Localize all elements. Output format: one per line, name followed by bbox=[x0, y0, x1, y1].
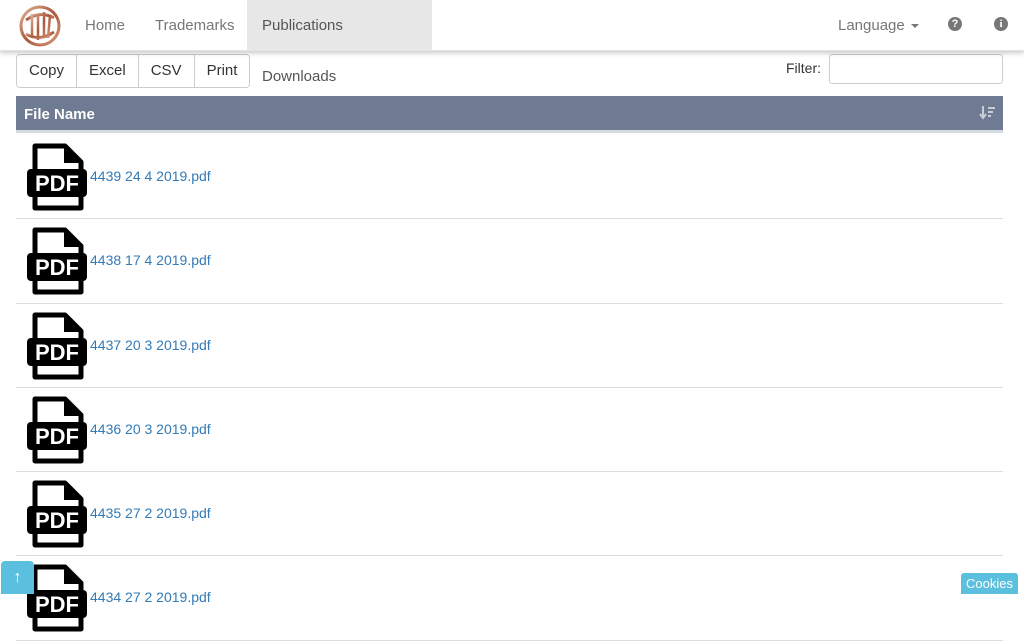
print-button[interactable]: Print bbox=[194, 55, 250, 87]
pdf-file-icon: PDF bbox=[26, 312, 88, 380]
column-header-label: File Name bbox=[24, 106, 95, 123]
sort-amount-desc-icon[interactable] bbox=[979, 105, 995, 121]
info-circle-icon[interactable]: i bbox=[994, 17, 1008, 31]
pdf-file-icon: PDF bbox=[26, 227, 88, 295]
copy-button[interactable]: Copy bbox=[17, 55, 78, 87]
pdf-file-icon: PDF bbox=[26, 143, 88, 211]
svg-text:PDF: PDF bbox=[35, 171, 79, 196]
navbar: Home Trademarks Publications Downloads L… bbox=[0, 0, 1024, 85]
file-link[interactable]: 4437 20 3 2019.pdf bbox=[90, 337, 211, 353]
table-row: PDF 4435 27 2 2019.pdf bbox=[16, 472, 1003, 557]
scroll-to-top-button[interactable]: ↑ bbox=[1, 561, 34, 594]
file-link[interactable]: 4439 24 4 2019.pdf bbox=[90, 168, 211, 184]
language-label: Language bbox=[838, 17, 905, 34]
language-dropdown[interactable]: Language bbox=[838, 0, 919, 51]
svg-text:PDF: PDF bbox=[35, 340, 79, 365]
pdf-file-icon: PDF bbox=[26, 396, 88, 464]
table-row: PDF 4439 24 4 2019.pdf bbox=[16, 135, 1003, 220]
file-link[interactable]: 4435 27 2 2019.pdf bbox=[90, 505, 211, 521]
svg-text:PDF: PDF bbox=[35, 508, 79, 533]
file-list: PDF 4439 24 4 2019.pdf PDF 4438 17 4 2019.p… bbox=[16, 135, 1003, 641]
excel-button[interactable]: Excel bbox=[77, 55, 139, 87]
file-link[interactable]: 4436 20 3 2019.pdf bbox=[90, 421, 211, 437]
table-row: PDF 4436 20 3 2019.pdf bbox=[16, 388, 1003, 473]
nav-publications-downloads[interactable]: Publications Downloads bbox=[247, 0, 432, 85]
table-row: PDF 4438 17 4 2019.pdf bbox=[16, 219, 1003, 304]
cookies-button[interactable]: Cookies bbox=[961, 573, 1018, 594]
file-link[interactable]: 4434 27 2 2019.pdf bbox=[90, 589, 211, 605]
pdf-file-icon: PDF bbox=[26, 564, 88, 632]
export-button-group: Copy Excel CSV Print bbox=[16, 54, 251, 88]
svg-text:PDF: PDF bbox=[35, 424, 79, 449]
csv-button[interactable]: CSV bbox=[138, 55, 195, 87]
table-row: PDF 4437 20 3 2019.pdf bbox=[16, 304, 1003, 388]
svg-text:PDF: PDF bbox=[35, 255, 79, 280]
svg-text:PDF: PDF bbox=[35, 592, 79, 617]
filter-label: Filter: bbox=[786, 60, 821, 76]
filter-input[interactable] bbox=[829, 54, 1003, 84]
table-row: PDF 4434 27 2 2019.pdf bbox=[16, 556, 1003, 641]
file-link[interactable]: 4438 17 4 2019.pdf bbox=[90, 252, 211, 268]
caret-down-icon bbox=[910, 24, 919, 29]
nav-home[interactable]: Home bbox=[70, 0, 140, 51]
nav-trademarks[interactable]: Trademarks bbox=[140, 0, 249, 51]
logo-icon[interactable] bbox=[18, 4, 62, 48]
pdf-file-icon: PDF bbox=[26, 480, 88, 548]
question-circle-icon[interactable]: ? bbox=[948, 17, 962, 31]
column-header-file-name[interactable]: File Name bbox=[16, 96, 1003, 133]
